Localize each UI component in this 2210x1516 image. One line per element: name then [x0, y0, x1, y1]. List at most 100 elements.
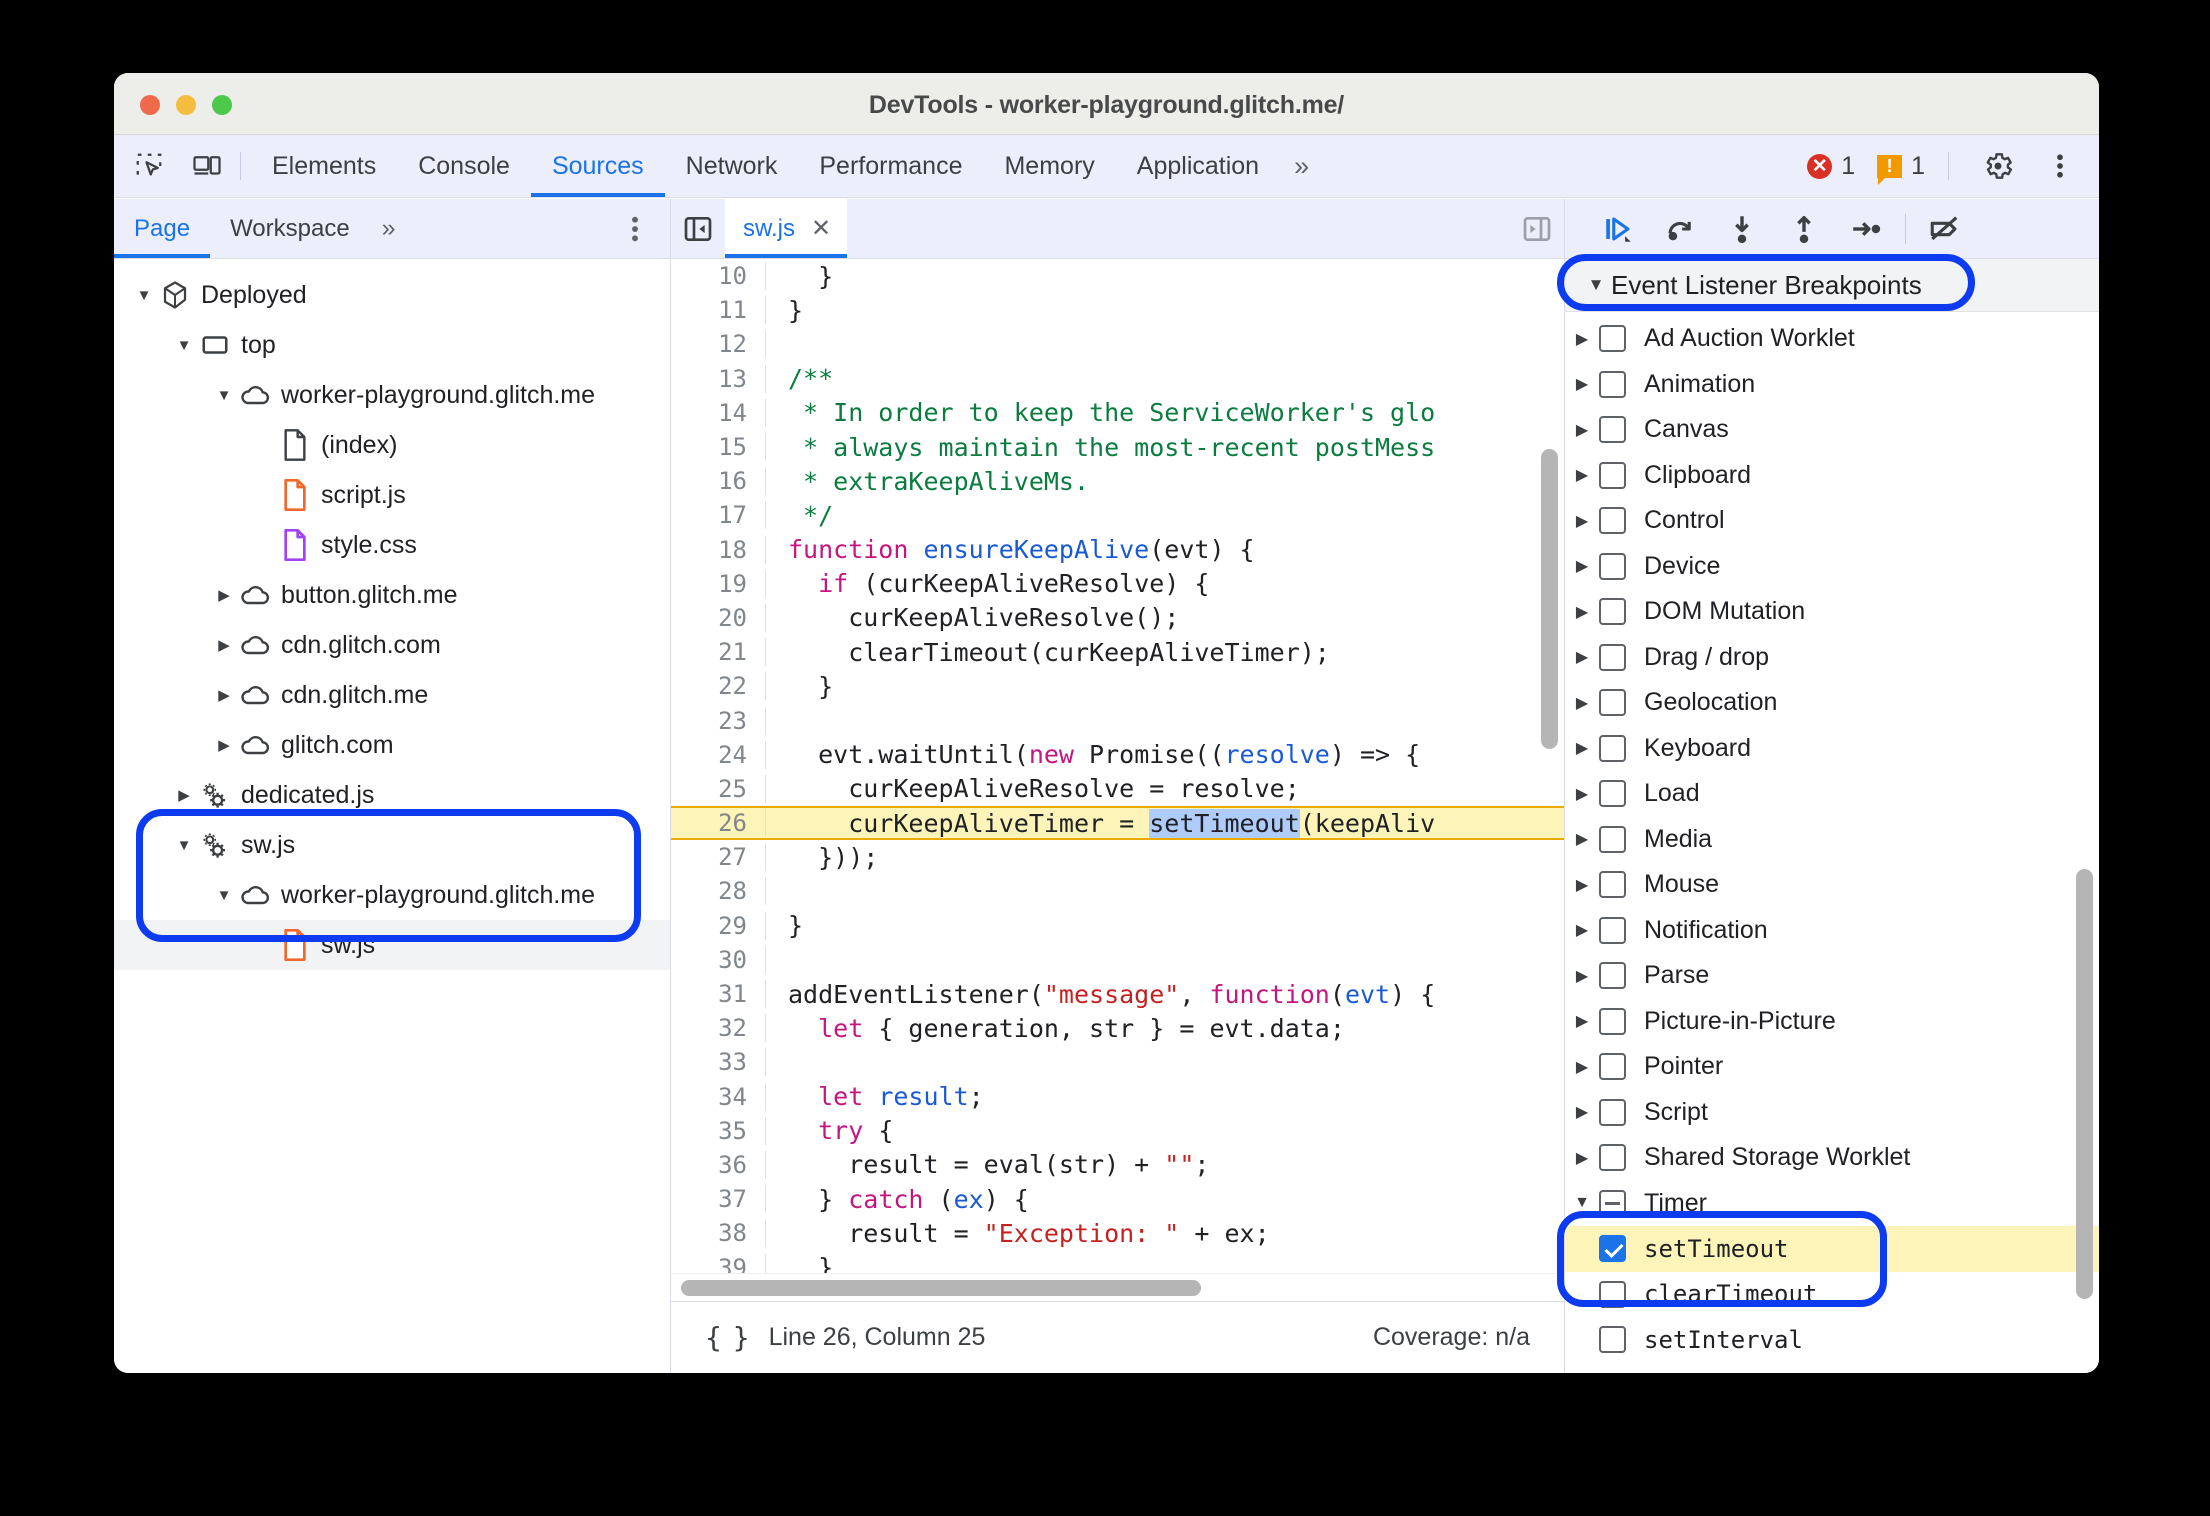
step-icon[interactable] [1835, 205, 1897, 253]
line-number[interactable]: 18 [671, 535, 766, 564]
chevron-right-icon[interactable]: ▶ [1565, 374, 1599, 394]
chevron-right-icon[interactable]: ▶ [1565, 602, 1599, 622]
tree-item--index-[interactable]: (index) [114, 420, 670, 470]
breakpoint-item-script[interactable]: ▶ Script [1565, 1090, 2099, 1136]
breakpoint-item-drag-drop[interactable]: ▶ Drag / drop [1565, 635, 2099, 681]
warning-count-badge[interactable]: ! 1 [1868, 152, 1934, 185]
breakpoint-checkbox[interactable] [1599, 916, 1626, 944]
chevron-right-icon[interactable]: ▶ [212, 586, 236, 604]
tree-item-glitch-com[interactable]: ▶ glitch.com [114, 720, 670, 770]
tree-item-sw-js[interactable]: sw.js [114, 920, 670, 970]
line-number[interactable]: 23 [671, 706, 766, 735]
navigator-more-options-icon[interactable] [622, 213, 670, 245]
chevron-right-icon[interactable]: ▶ [212, 736, 236, 754]
breakpoint-checkbox[interactable] [1599, 370, 1626, 398]
tree-item-cdn-glitch-me[interactable]: ▶ cdn.glitch.me [114, 670, 670, 720]
editor-tab-sw-js[interactable]: sw.js ✕ [725, 199, 848, 258]
tree-item-cdn-glitch-com[interactable]: ▶ cdn.glitch.com [114, 620, 670, 670]
line-number[interactable]: 15 [671, 433, 766, 462]
chevron-down-icon[interactable]: ▼ [172, 837, 196, 854]
line-number[interactable]: 24 [671, 740, 766, 769]
breakpoint-checkbox[interactable] [1599, 1235, 1626, 1263]
line-number[interactable]: 25 [671, 774, 766, 803]
breakpoint-checkbox[interactable] [1599, 552, 1626, 580]
error-count-badge[interactable]: ✕ 1 [1798, 152, 1864, 181]
device-toolbar-icon[interactable] [184, 146, 230, 186]
breakpoint-checkbox[interactable] [1599, 1326, 1626, 1354]
breakpoint-checkbox[interactable] [1599, 1189, 1626, 1217]
step-over-icon[interactable] [1649, 205, 1711, 253]
collapse-navigator-icon[interactable] [671, 199, 725, 258]
tab-application[interactable]: Application [1116, 135, 1280, 197]
chevron-right-icon[interactable]: ▶ [1565, 920, 1599, 940]
tree-item-sw-js[interactable]: ▼ sw.js [114, 820, 670, 870]
line-number[interactable]: 27 [671, 843, 766, 872]
chevron-right-icon[interactable]: ▶ [1565, 511, 1599, 531]
breakpoint-item-cleartimeout[interactable]: clearTimeout [1565, 1272, 2099, 1318]
debugger-vertical-scrollbar[interactable] [2076, 869, 2093, 1299]
line-number[interactable]: 36 [671, 1150, 766, 1179]
breakpoint-checkbox[interactable] [1599, 825, 1626, 853]
breakpoint-checkbox[interactable] [1599, 689, 1626, 717]
chevron-right-icon[interactable]: ▶ [1565, 1011, 1599, 1031]
tree-item-dedicated-js[interactable]: ▶ dedicated.js [114, 770, 670, 820]
line-number[interactable]: 39 [671, 1253, 766, 1273]
tab-console[interactable]: Console [397, 135, 531, 197]
tree-item-top[interactable]: ▼ top [114, 320, 670, 370]
pretty-print-icon[interactable]: { } [705, 1321, 750, 1354]
breakpoint-item-parse[interactable]: ▶ Parse [1565, 953, 2099, 999]
tree-item-worker-playground-glitch-me[interactable]: ▼ worker-playground.glitch.me [114, 870, 670, 920]
chevron-right-icon[interactable]: ▶ [1565, 556, 1599, 576]
line-number[interactable]: 34 [671, 1082, 766, 1111]
chevron-right-icon[interactable]: ▶ [1565, 1057, 1599, 1077]
line-number[interactable]: 20 [671, 603, 766, 632]
breakpoint-checkbox[interactable] [1599, 1053, 1626, 1081]
tree-item-style-css[interactable]: style.css [114, 520, 670, 570]
breakpoint-item-notification[interactable]: ▶ Notification [1565, 908, 2099, 954]
editor-vertical-scrollbar[interactable] [1541, 449, 1558, 749]
line-number[interactable]: 26 [671, 809, 766, 838]
line-number[interactable]: 21 [671, 638, 766, 667]
chevron-right-icon[interactable]: ▶ [212, 636, 236, 654]
breakpoint-checkbox[interactable] [1599, 1007, 1626, 1035]
three-dot-menu-icon[interactable] [2037, 146, 2083, 186]
line-number[interactable]: 13 [671, 364, 766, 393]
line-number[interactable]: 31 [671, 980, 766, 1009]
tree-item-deployed[interactable]: ▼ Deployed [114, 270, 670, 320]
chevron-right-icon[interactable]: ▶ [1565, 693, 1599, 713]
chevron-right-icon[interactable]: ▶ [1565, 1102, 1599, 1122]
tree-item-worker-playground-glitch-me[interactable]: ▼ worker-playground.glitch.me [114, 370, 670, 420]
breakpoint-checkbox[interactable] [1599, 780, 1626, 808]
expand-debugger-icon[interactable] [1510, 199, 1564, 258]
line-number[interactable]: 16 [671, 467, 766, 496]
chevron-down-icon[interactable]: ▼ [212, 887, 236, 904]
editor-horizontal-scrollbar[interactable] [681, 1280, 1201, 1296]
line-number[interactable]: 11 [671, 296, 766, 325]
chevron-right-icon[interactable]: ▶ [212, 686, 236, 704]
breakpoint-item-shared-storage-worklet[interactable]: ▶ Shared Storage Worklet [1565, 1135, 2099, 1181]
line-number[interactable]: 33 [671, 1048, 766, 1077]
breakpoint-checkbox[interactable] [1599, 871, 1626, 899]
chevron-right-icon[interactable]: ▶ [172, 786, 196, 804]
nav-more-tabs-chevron-icon[interactable]: » [370, 199, 408, 258]
breakpoint-checkbox[interactable] [1599, 416, 1626, 444]
inspect-element-icon[interactable] [126, 146, 172, 186]
breakpoint-item-pointer[interactable]: ▶ Pointer [1565, 1044, 2099, 1090]
chevron-down-icon[interactable]: ▼ [172, 337, 196, 354]
breakpoint-item-animation[interactable]: ▶ Animation [1565, 362, 2099, 408]
breakpoint-item-timer[interactable]: ▼ Timer [1565, 1181, 2099, 1227]
tree-item-button-glitch-me[interactable]: ▶ button.glitch.me [114, 570, 670, 620]
breakpoint-item-clipboard[interactable]: ▶ Clipboard [1565, 453, 2099, 499]
chevron-right-icon[interactable]: ▶ [1565, 966, 1599, 986]
breakpoint-checkbox[interactable] [1599, 1280, 1626, 1308]
chevron-right-icon[interactable]: ▶ [1565, 829, 1599, 849]
line-number[interactable]: 28 [671, 877, 766, 906]
line-number[interactable]: 30 [671, 945, 766, 974]
breakpoint-item-dom-mutation[interactable]: ▶ DOM Mutation [1565, 589, 2099, 635]
close-icon[interactable]: ✕ [811, 214, 831, 243]
breakpoint-checkbox[interactable] [1599, 461, 1626, 489]
chevron-right-icon[interactable]: ▶ [1565, 465, 1599, 485]
chevron-right-icon[interactable]: ▶ [1565, 875, 1599, 895]
chevron-right-icon[interactable]: ▶ [1565, 420, 1599, 440]
breakpoint-checkbox[interactable] [1599, 325, 1626, 353]
